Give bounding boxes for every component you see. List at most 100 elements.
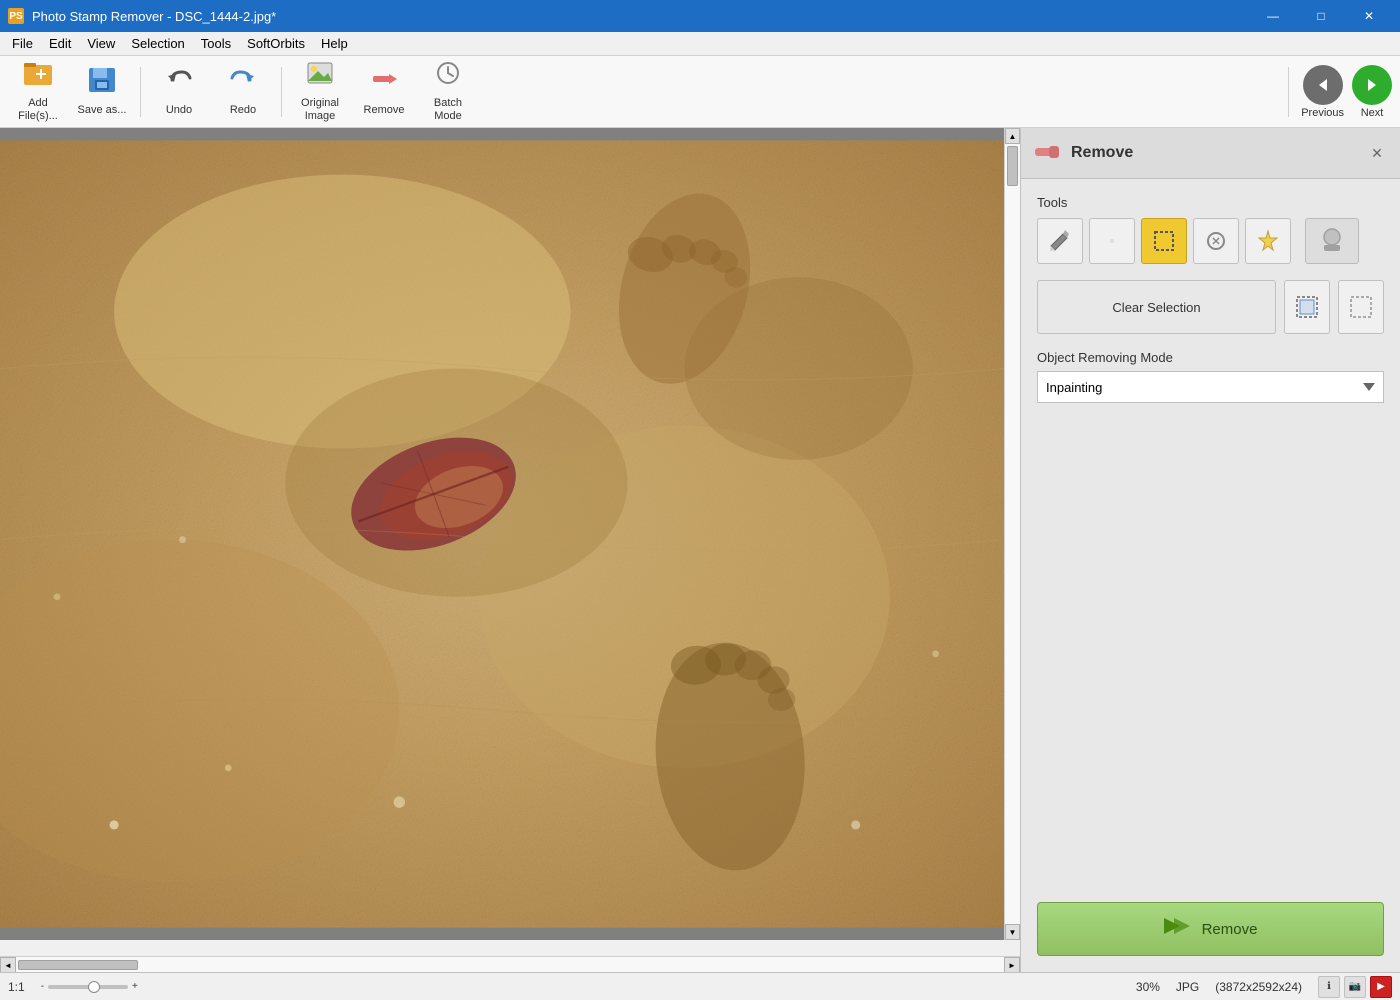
- toolbox-title-area: Remove: [1033, 136, 1133, 170]
- scroll-up-button[interactable]: ▲: [1005, 128, 1020, 144]
- scroll-down-button[interactable]: ▼: [1005, 924, 1020, 940]
- remove-action-label: Remove: [1202, 921, 1258, 938]
- info-button[interactable]: ℹ: [1318, 976, 1340, 998]
- previous-label: Previous: [1301, 107, 1344, 119]
- original-image-button[interactable]: Original Image: [290, 62, 350, 122]
- canvas-wrapper: ▲ ▼ ◄ ►: [0, 128, 1020, 972]
- toolbar-sep-1: [140, 67, 141, 117]
- toolbar-div-nav: [1288, 67, 1289, 117]
- previous-button[interactable]: [1303, 65, 1343, 105]
- menu-help[interactable]: Help: [313, 32, 356, 55]
- minimize-button[interactable]: —: [1250, 0, 1296, 32]
- canvas-image: [0, 128, 1004, 940]
- batch-mode-button[interactable]: Batch Mode: [418, 62, 478, 122]
- zoom-track: [48, 985, 128, 989]
- canvas-scroll-area: ▲ ▼: [0, 128, 1020, 956]
- scroll-right-button[interactable]: ►: [1004, 957, 1020, 972]
- scroll-left-button[interactable]: ◄: [0, 957, 16, 972]
- menu-view[interactable]: View: [79, 32, 123, 55]
- menu-bar: File Edit View Selection Tools SoftOrbit…: [0, 32, 1400, 56]
- main-content: ▲ ▼ ◄ ►: [0, 128, 1400, 972]
- add-files-label: Add File(s)...: [9, 97, 67, 123]
- star-wand-tool-button[interactable]: [1245, 218, 1291, 264]
- camera-icon: 📷: [1344, 976, 1366, 998]
- menu-softorbits[interactable]: SoftOrbits: [239, 32, 313, 55]
- undo-label: Undo: [166, 104, 192, 117]
- menu-selection[interactable]: Selection: [123, 32, 192, 55]
- close-button[interactable]: ✕: [1346, 0, 1392, 32]
- remove-action-icon: [1164, 914, 1192, 944]
- magic-wand-tool-button[interactable]: [1193, 218, 1239, 264]
- app-icon: PS: [8, 8, 24, 24]
- action-row: Clear Selection: [1037, 280, 1384, 334]
- toolbar-sep-2: [281, 67, 282, 117]
- toolbar: Add File(s)... Save as... Undo: [0, 56, 1400, 128]
- save-as-button[interactable]: Save as...: [72, 62, 132, 122]
- original-image-icon: [304, 59, 336, 95]
- add-files-button[interactable]: Add File(s)...: [8, 62, 68, 122]
- scroll-thumb-v[interactable]: [1007, 146, 1018, 186]
- title-bar-left: PS Photo Stamp Remover - DSC_1444-2.jpg*: [8, 8, 276, 24]
- eraser-tool-button[interactable]: [1089, 218, 1135, 264]
- batch-mode-icon: [433, 59, 463, 95]
- prev-nav-item: Previous: [1301, 65, 1344, 119]
- status-dimensions: (3872x2592x24): [1215, 980, 1302, 994]
- object-removing-mode-label: Object Removing Mode: [1037, 350, 1384, 365]
- maximize-button[interactable]: □: [1298, 0, 1344, 32]
- toolbar-group-main: Add File(s)... Save as... Undo: [8, 62, 478, 122]
- menu-edit[interactable]: Edit: [41, 32, 79, 55]
- toolbox-header: Remove ✕: [1021, 128, 1400, 179]
- scroll-thumb-h[interactable]: [18, 960, 138, 970]
- title-bar: PS Photo Stamp Remover - DSC_1444-2.jpg*…: [0, 0, 1400, 32]
- tools-section: Tools: [1037, 195, 1384, 264]
- tools-label: Tools: [1037, 195, 1384, 210]
- zoom-ratio-label: 1:1: [8, 980, 25, 994]
- remove-label: Remove: [364, 104, 405, 117]
- stamp-tool-button[interactable]: [1305, 218, 1359, 264]
- pencil-tool-button[interactable]: [1037, 218, 1083, 264]
- batch-mode-label: Batch Mode: [419, 97, 477, 123]
- menu-tools[interactable]: Tools: [193, 32, 239, 55]
- redo-icon: [228, 66, 258, 102]
- undo-icon: [164, 66, 194, 102]
- deselect-button[interactable]: [1338, 280, 1384, 334]
- tools-row: [1037, 218, 1384, 264]
- redo-label: Redo: [230, 104, 256, 117]
- select-all-button[interactable]: [1284, 280, 1330, 334]
- toolbox-panel: Remove ✕ Tools: [1020, 128, 1400, 972]
- status-zoom-percent: 30%: [1136, 980, 1160, 994]
- next-button[interactable]: [1352, 65, 1392, 105]
- add-files-icon: [22, 59, 54, 95]
- original-image-label: Original Image: [291, 97, 349, 123]
- canvas-area[interactable]: [0, 128, 1004, 940]
- status-bar: 1:1 - + 30% JPG (3872x2592x24) ℹ 📷 ▶: [0, 972, 1400, 1000]
- remove-action-button[interactable]: Remove: [1037, 902, 1384, 956]
- remove-icon: [369, 66, 399, 102]
- save-icon: [87, 66, 117, 102]
- redo-button[interactable]: Redo: [213, 62, 273, 122]
- rect-select-tool-button[interactable]: [1141, 218, 1187, 264]
- undo-button[interactable]: Undo: [149, 62, 209, 122]
- horizontal-scrollbar[interactable]: ◄ ►: [0, 956, 1020, 972]
- scroll-track-h: [16, 957, 1004, 972]
- toolbox-body: Tools: [1021, 179, 1400, 972]
- next-nav-item: Next: [1352, 65, 1392, 119]
- status-zoom-ratio: 1:1: [8, 980, 25, 994]
- remove-button[interactable]: Remove: [354, 62, 414, 122]
- scroll-track-v: [1005, 144, 1020, 924]
- clear-selection-button[interactable]: Clear Selection: [1037, 280, 1276, 334]
- toolbox-close-button[interactable]: ✕: [1366, 142, 1388, 164]
- vertical-scrollbar[interactable]: ▲ ▼: [1004, 128, 1020, 940]
- toolbox-spacer: [1037, 419, 1384, 886]
- menu-file[interactable]: File: [4, 32, 41, 55]
- zoom-minus-icon[interactable]: -: [41, 981, 44, 992]
- object-removing-section: Object Removing Mode Inpainting Smart Fi…: [1037, 350, 1384, 403]
- zoom-thumb[interactable]: [88, 981, 100, 993]
- youtube-icon[interactable]: ▶: [1370, 976, 1392, 998]
- window-title: Photo Stamp Remover - DSC_1444-2.jpg*: [32, 9, 276, 24]
- zoom-plus-icon[interactable]: +: [132, 981, 138, 992]
- mode-dropdown[interactable]: Inpainting Smart Fill Clone Stamp: [1037, 371, 1384, 403]
- save-as-label: Save as...: [78, 104, 127, 117]
- zoom-slider[interactable]: - +: [41, 981, 138, 992]
- nav-buttons: Previous Next: [1301, 65, 1392, 119]
